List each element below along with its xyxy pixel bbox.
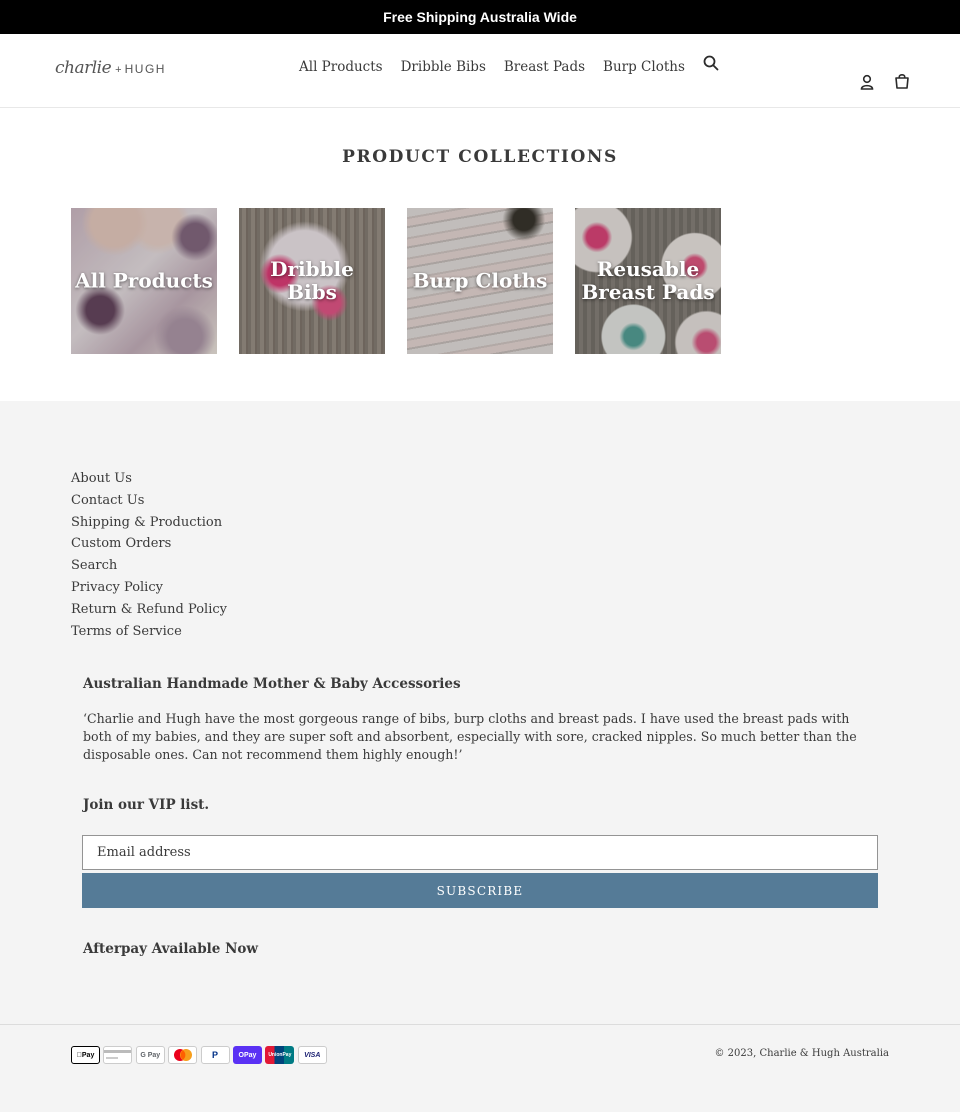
footer-link-shipping-production[interactable]: Shipping & Production — [71, 512, 227, 534]
collection-label: Burp Cloths — [412, 268, 548, 293]
footer-link-refund-policy[interactable]: Return & Refund Policy — [71, 599, 227, 621]
footer-link-contact-us[interactable]: Contact Us — [71, 490, 227, 512]
collection-all-products[interactable]: All Products — [71, 208, 217, 354]
copyright-prefix: © 2023, — [714, 1048, 760, 1059]
cart-icon[interactable] — [893, 72, 911, 90]
afterpay-notice: Afterpay Available Now — [83, 941, 259, 957]
footer-link-terms-of-service[interactable]: Terms of Service — [71, 621, 227, 643]
nav-breast-pads[interactable]: Breast Pads — [504, 59, 585, 75]
nav-dribble-bibs[interactable]: Dribble Bibs — [401, 59, 486, 75]
main-nav: All Products Dribble Bibs Breast Pads Bu… — [290, 59, 694, 75]
testimonial-quote: ‘Charlie and Hugh have the most gorgeous… — [83, 711, 857, 762]
apple-pay-icon: Pay — [71, 1046, 100, 1064]
collection-label: Dribble Bibs — [270, 257, 354, 304]
visa-icon: VISA — [297, 1046, 327, 1064]
union-pay-icon: UnionPay — [265, 1046, 295, 1064]
collection-label: All Products — [75, 268, 213, 293]
footer-link-custom-orders[interactable]: Custom Orders — [71, 533, 227, 555]
logo-plus: + — [115, 64, 122, 76]
payment-icons: Pay G Pay P OPay UnionPay VISA — [71, 1046, 330, 1064]
site-footer: About Us Contact Us Shipping & Productio… — [0, 401, 960, 1112]
mastercard-icon — [168, 1046, 198, 1064]
page-title: PRODUCT COLLECTIONS — [342, 147, 618, 167]
google-pay-icon: G Pay — [135, 1046, 165, 1064]
footer-divider — [0, 1024, 960, 1025]
collection-burp-cloths[interactable]: Burp Cloths — [407, 208, 553, 354]
search-icon[interactable] — [702, 54, 720, 72]
copyright: © 2023, Charlie & Hugh Australia — [714, 1048, 889, 1059]
footer-links: About Us Contact Us Shipping & Productio… — [71, 468, 227, 642]
collection-label: Reusable Breast Pads — [581, 257, 715, 304]
subscribe-button[interactable]: SUBSCRIBE — [82, 873, 878, 908]
announcement-bar: Free Shipping Australia Wide — [0, 0, 960, 34]
about-title: Australian Handmade Mother & Baby Access… — [83, 676, 461, 692]
account-icon[interactable] — [858, 73, 876, 91]
paypal-icon: P — [200, 1046, 230, 1064]
generic-card-icon — [103, 1046, 133, 1064]
collection-reusable-breast-pads[interactable]: Reusable Breast Pads — [575, 208, 721, 354]
logo[interactable]: charlie + HUGH — [55, 58, 166, 84]
newsletter-title: Join our VIP list. — [83, 797, 210, 813]
footer-link-privacy-policy[interactable]: Privacy Policy — [71, 577, 227, 599]
nav-burp-cloths[interactable]: Burp Cloths — [603, 59, 685, 75]
footer-link-about-us[interactable]: About Us — [71, 468, 227, 490]
copyright-link[interactable]: Charlie & Hugh Australia — [759, 1048, 889, 1059]
logo-script: charlie — [55, 58, 112, 78]
site-header: charlie + HUGH All Products Dribble Bibs… — [0, 34, 960, 108]
collection-dribble-bibs[interactable]: Dribble Bibs — [239, 208, 385, 354]
nav-all-products[interactable]: All Products — [299, 59, 383, 75]
shop-pay-icon: OPay — [232, 1046, 262, 1064]
email-field[interactable] — [82, 835, 878, 870]
footer-link-search[interactable]: Search — [71, 555, 227, 577]
logo-name: HUGH — [124, 62, 166, 76]
